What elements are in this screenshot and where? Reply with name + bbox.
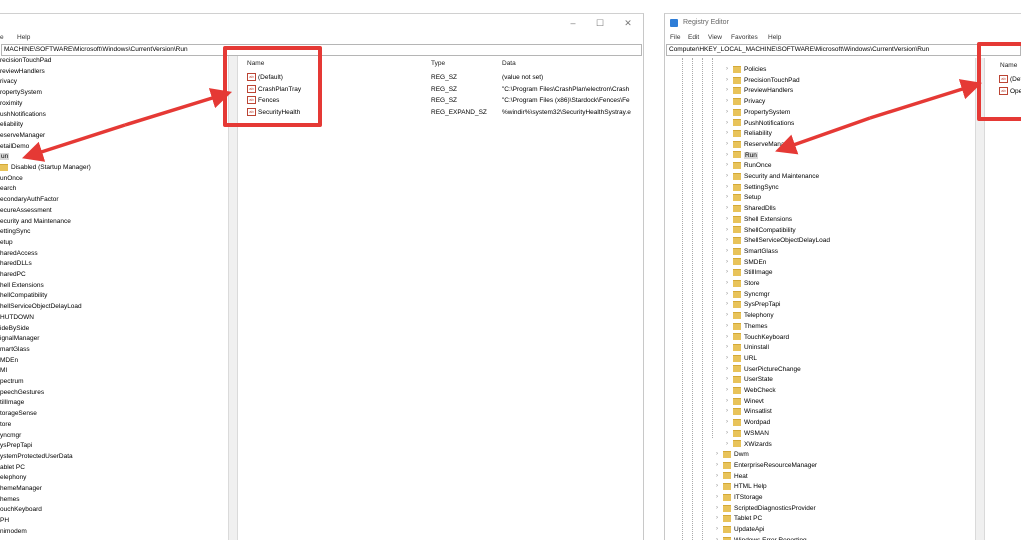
arrow-right-up	[869, 79, 983, 120]
arrow-left-up	[124, 88, 233, 127]
arrow-right-down	[775, 116, 871, 155]
annotation-arrows	[22, 79, 983, 162]
arrow-left-down	[22, 123, 126, 162]
